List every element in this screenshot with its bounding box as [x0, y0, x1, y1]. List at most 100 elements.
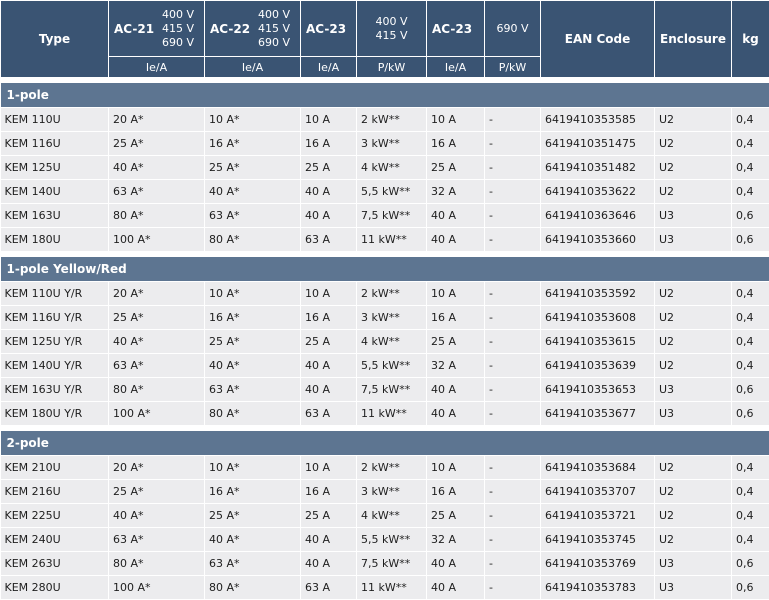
enclosure-cell: U2	[654, 353, 732, 378]
ean-cell: 6419410353677	[540, 401, 655, 426]
ac23-cell: 63 A	[300, 401, 357, 426]
ac21-cell: 63 A*	[108, 527, 205, 552]
ac22-cell: 40 A*	[204, 353, 301, 378]
table-row: KEM 216U 25 A* 16 A* 16 A3 kW** 16 A -6419410…	[0, 479, 769, 504]
ac23-cell: 25 A	[300, 503, 357, 528]
weight-cell: 0,6	[731, 401, 769, 426]
type-cell: KEM 210U	[0, 455, 109, 480]
ac23-cell: 25 A	[300, 329, 357, 354]
table-row: KEM 180U 100 A* 80 A* 63 A 11 kW** 40 A -64194…	[0, 227, 769, 252]
ean-cell: 6419410353769	[540, 551, 655, 576]
ac21-cell: 25 A*	[108, 479, 205, 504]
ac21-cell: 80 A*	[108, 203, 205, 228]
ac23-unit: Ie/A	[300, 56, 357, 78]
weight-cell: 0,4	[731, 479, 769, 504]
ac23-690-cell: 16 A	[426, 305, 485, 330]
ac21-cell: 80 A*	[108, 551, 205, 576]
enclosure-cell: U3	[654, 203, 732, 228]
power-400-unit: P/kW	[356, 56, 427, 78]
type-cell: KEM 140U Y/R	[0, 353, 109, 378]
enclosure-cell: U3	[654, 551, 732, 576]
power-cell: 4 kW**	[356, 155, 427, 180]
weight-cell: 0,6	[731, 227, 769, 252]
ac21-unit: Ie/A	[108, 56, 205, 78]
ac23-cell: 16 A	[300, 305, 357, 330]
ac22-cell: 63 A*	[204, 203, 301, 228]
type-cell: KEM 110U Y/R	[0, 281, 109, 306]
ac22-cell: 10 A*	[204, 455, 301, 480]
voltage-690-header: 690 V	[484, 0, 541, 57]
enclosure-cell: U3	[654, 401, 732, 426]
ac23-690-cell: 25 A	[426, 329, 485, 354]
table-body: 1-pole KEM 110U 20 A* 10 A* 10 A2 kW** 10 A-6…	[0, 77, 769, 600]
power-690-cell: -	[484, 131, 541, 156]
ac23-690-cell: 40 A	[426, 401, 485, 426]
type-cell: KEM 163U Y/R	[0, 377, 109, 402]
ean-cell: 6419410353639	[540, 353, 655, 378]
type-cell: KEM 125U	[0, 155, 109, 180]
ac23-690-cell: 32 A	[426, 353, 485, 378]
product-table: Type AC-21 400 V 415 V 690 V AC-22 400 V	[0, 0, 769, 600]
ean-cell: 6419410353660	[540, 227, 655, 252]
ac22-unit: Ie/A	[204, 56, 301, 78]
ac21-cell: 20 A*	[108, 281, 205, 306]
type-cell: KEM 225U	[0, 503, 109, 528]
kg-header: kg	[731, 0, 769, 78]
ac23-cell: 40 A	[300, 203, 357, 228]
ac22-cell: 10 A*	[204, 281, 301, 306]
weight-cell: 0,4	[731, 131, 769, 156]
ac23-second-unit: Ie/A	[426, 56, 485, 78]
ac21-cell: 40 A*	[108, 329, 205, 354]
ean-cell: 6419410353615	[540, 329, 655, 354]
table-row: KEM 140U Y/R 63 A* 40 A* 40 A 5,5 kW** 32 A-6…	[0, 353, 769, 378]
ac23-690-cell: 16 A	[426, 131, 485, 156]
ean-cell: 6419410353684	[540, 455, 655, 480]
power-690-cell: -	[484, 281, 541, 306]
ean-cell: 6419410351482	[540, 155, 655, 180]
ac21-cell: 20 A*	[108, 455, 205, 480]
ean-cell: 6419410351475	[540, 131, 655, 156]
enclosure-cell: U3	[654, 377, 732, 402]
ac23-cell: 10 A	[300, 107, 357, 132]
ac23-cell: 10 A	[300, 455, 357, 480]
ac22-cell: 16 A*	[204, 305, 301, 330]
ac21-cell: 25 A*	[108, 131, 205, 156]
ac21-cell: 40 A*	[108, 155, 205, 180]
weight-cell: 0,6	[731, 551, 769, 576]
weight-cell: 0,6	[731, 203, 769, 228]
ean-cell: 6419410353608	[540, 305, 655, 330]
ac21-cell: 20 A*	[108, 107, 205, 132]
type-cell: KEM 180U	[0, 227, 109, 252]
enclosure-cell: U2	[654, 305, 732, 330]
ac21-header: AC-21 400 V 415 V 690 V	[108, 0, 205, 57]
table-row: KEM 263U 80 A* 63 A* 40 A 7,5 kW** 40 A -64194…	[0, 551, 769, 576]
power-690-cell: -	[484, 203, 541, 228]
power-690-cell: -	[484, 353, 541, 378]
ean-cell: 6419410353745	[540, 527, 655, 552]
enclosure-cell: U2	[654, 503, 732, 528]
ac23-690-cell: 32 A	[426, 527, 485, 552]
table-row: KEM 240U 63 A* 40 A* 40 A 5,5 kW** 32 A -64194…	[0, 527, 769, 552]
enclosure-cell: U2	[654, 527, 732, 552]
weight-cell: 0,6	[731, 377, 769, 402]
ac23-690-cell: 10 A	[426, 455, 485, 480]
ac22-cell: 25 A*	[204, 503, 301, 528]
enclosure-cell: U3	[654, 575, 732, 600]
power-690-cell: -	[484, 179, 541, 204]
ac23-header: AC-23	[300, 0, 357, 57]
ac23-690-cell: 25 A	[426, 155, 485, 180]
enclosure-cell: U2	[654, 281, 732, 306]
ac23-690-cell: 40 A	[426, 551, 485, 576]
ac23-690-cell: 10 A	[426, 107, 485, 132]
ac23-cell: 40 A	[300, 353, 357, 378]
power-690-cell: -	[484, 155, 541, 180]
power-cell: 4 kW**	[356, 329, 427, 354]
weight-cell: 0,4	[731, 329, 769, 354]
ac23-second-header: AC-23	[426, 0, 485, 57]
ac23-cell: 40 A	[300, 377, 357, 402]
ac23-690-cell: 40 A	[426, 377, 485, 402]
ac21-cell: 40 A*	[108, 503, 205, 528]
table-row: KEM 210U 20 A* 10 A* 10 A2 kW** 10 A -6419410…	[0, 455, 769, 480]
table-row: KEM 140U 63 A* 40 A* 40 A 5,5 kW** 32 A -64194…	[0, 179, 769, 204]
type-cell: KEM 125U Y/R	[0, 329, 109, 354]
